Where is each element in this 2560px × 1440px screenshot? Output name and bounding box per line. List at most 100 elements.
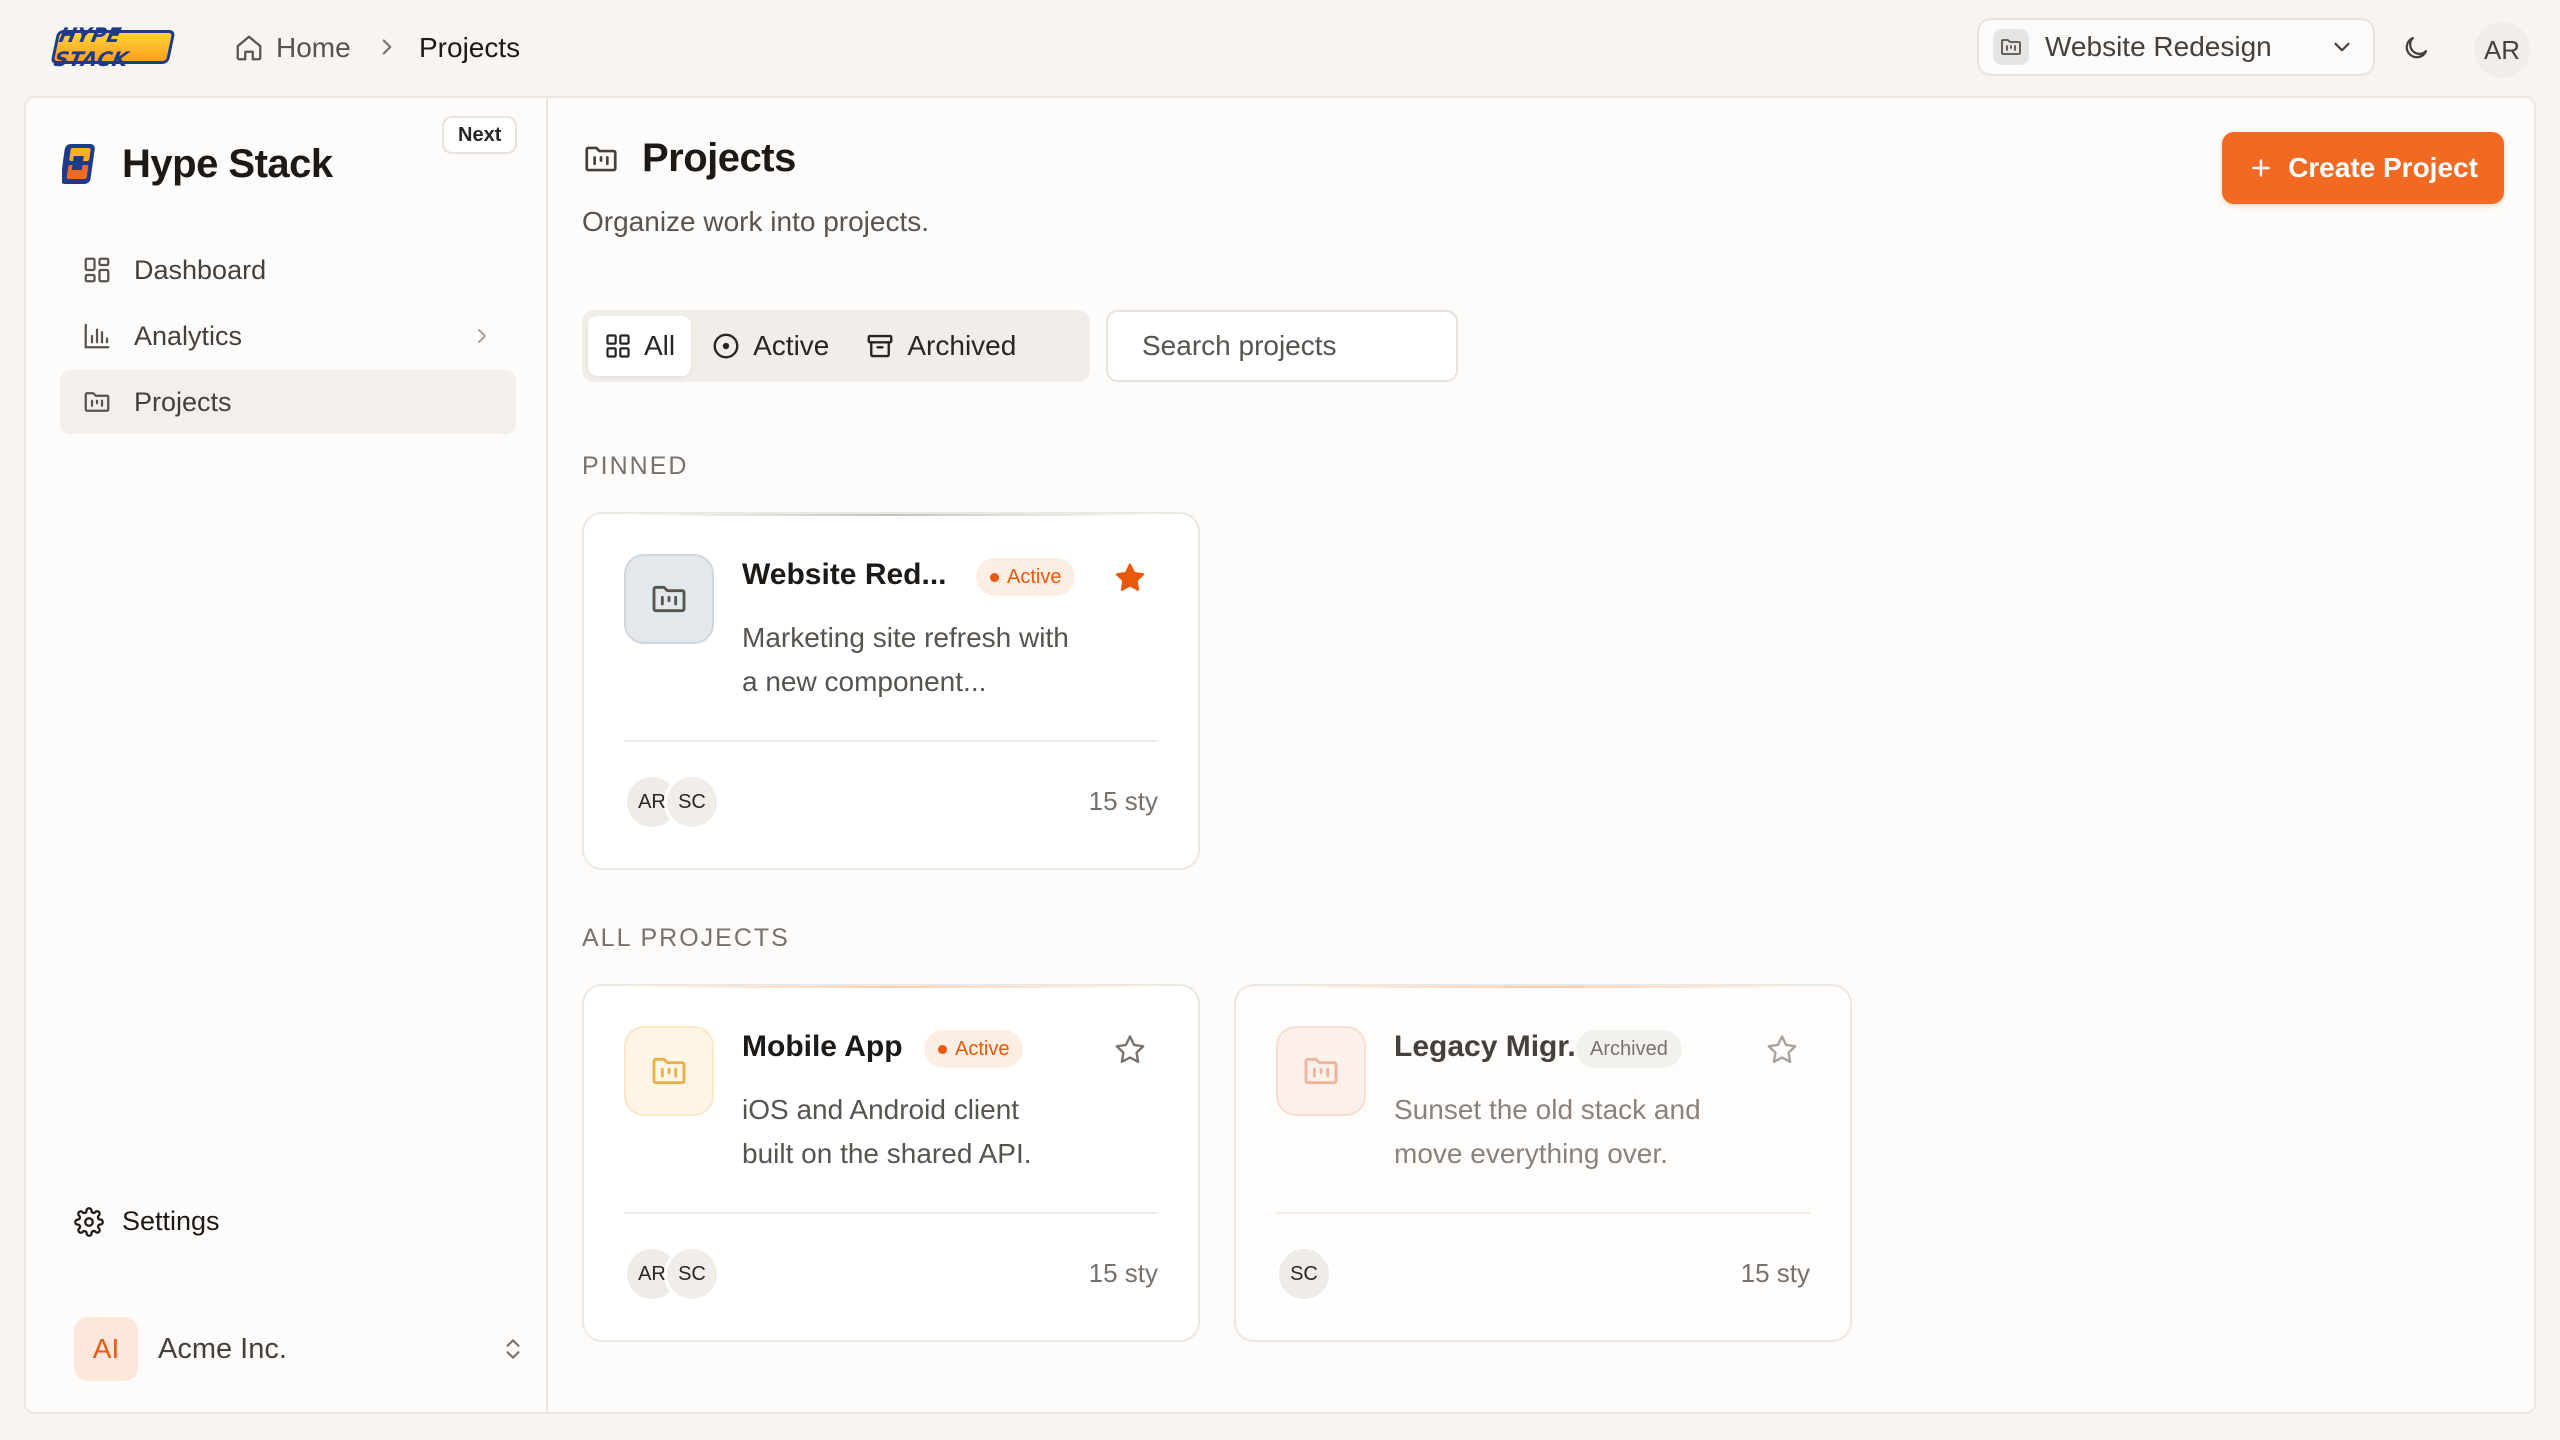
project-description: Sunset the old stack and move everything… xyxy=(1394,1094,1701,1169)
project-description: Marketing site refresh with a new compon… xyxy=(742,622,1069,697)
pinned-section-label: PINNED xyxy=(582,452,689,480)
sidebar-item-projects[interactable]: Projects xyxy=(60,370,516,434)
hype-stack-logo-icon xyxy=(62,144,95,184)
project-title: Mobile App xyxy=(742,1030,903,1063)
sidebar-brand[interactable]: Hype Stack xyxy=(62,140,333,188)
home-icon xyxy=(236,35,262,61)
status-badge: Active xyxy=(976,558,1076,596)
story-count: 15 sty xyxy=(1740,1258,1810,1288)
status-dot xyxy=(938,1044,947,1054)
folder-kanban-icon xyxy=(585,146,617,171)
sidebar-item-dashboard[interactable]: Dashboard xyxy=(60,238,516,302)
folder-kanban-icon xyxy=(1276,1026,1366,1116)
breadcrumb-current: Projects xyxy=(419,28,520,68)
settings-label: Settings xyxy=(122,1206,220,1236)
dashboard-icon xyxy=(84,257,110,283)
sidebar-item-label: Projects xyxy=(134,386,232,417)
create-project-label: Create Project xyxy=(2288,152,2478,183)
avatar: SC xyxy=(664,774,720,830)
project-card-legacy-migration[interactable]: Legacy Migr... Archived Sunset the old s… xyxy=(1234,984,1852,1342)
org-name: Acme Inc. xyxy=(158,1332,287,1365)
star-outline-icon xyxy=(1767,1035,1797,1064)
sidebar: Hype Stack Next Dashboard Analytics Proj… xyxy=(26,98,548,1412)
sidebar-item-analytics[interactable]: Analytics xyxy=(60,304,516,368)
grid-icon xyxy=(606,334,630,358)
sidebar-nav: Dashboard Analytics Projects xyxy=(60,238,516,436)
theme-toggle-button[interactable] xyxy=(2396,28,2436,68)
plus-icon xyxy=(2252,159,2270,177)
story-count: 15 sty xyxy=(1088,786,1158,816)
project-description: iOS and Android client built on the shar… xyxy=(742,1094,1032,1169)
card-accent-line xyxy=(624,986,1158,988)
star-outline-icon xyxy=(1115,1035,1145,1064)
circle-dot-icon xyxy=(713,333,739,359)
page-title: Projects xyxy=(642,136,796,180)
card-accent-line xyxy=(624,514,1158,516)
app-shell: Hype Stack Next Dashboard Analytics Proj… xyxy=(24,96,2536,1414)
status-badge: Archived xyxy=(1576,1030,1682,1068)
status-dot xyxy=(990,572,999,582)
project-switcher-label: Website Redesign xyxy=(2045,31,2272,62)
star-filled-icon xyxy=(1115,563,1145,591)
create-project-button[interactable]: Create Project xyxy=(2222,132,2504,204)
filter-tab-label: All xyxy=(644,330,676,361)
star-button[interactable] xyxy=(1112,560,1148,596)
user-avatar[interactable]: AR xyxy=(2474,22,2530,78)
project-card-mobile-app[interactable]: Mobile App Active iOS and Android client… xyxy=(582,984,1200,1342)
moon-icon xyxy=(2405,36,2428,59)
org-avatar: AI xyxy=(74,1317,138,1381)
member-avatars: AR SC xyxy=(624,1246,720,1302)
filter-tab-label: Archived xyxy=(907,330,1017,361)
card-divider xyxy=(1276,1212,1810,1214)
gear-icon xyxy=(74,1206,104,1237)
search-box[interactable] xyxy=(1106,310,1503,382)
org-switcher[interactable]: AI Acme Inc. xyxy=(74,1316,526,1382)
search-input[interactable] xyxy=(1142,330,1503,362)
breadcrumb-current-label: Projects xyxy=(419,32,521,63)
page-subtitle: Organize work into projects. xyxy=(582,206,930,237)
star-button[interactable] xyxy=(1764,1032,1800,1068)
avatar: SC xyxy=(1276,1246,1332,1302)
filter-tab-active[interactable]: Active xyxy=(695,316,845,376)
next-badge: Next xyxy=(442,116,518,154)
project-title: Website Red... xyxy=(742,558,947,591)
story-count: 15 sty xyxy=(1088,1258,1158,1288)
all-projects-section-label: ALL PROJECTS xyxy=(582,924,790,952)
status-badge-label: Active xyxy=(1007,565,1062,588)
member-avatars: SC xyxy=(1276,1246,1332,1302)
projects-icon xyxy=(84,392,110,412)
top-bar: HYPE STACK Home Projects Website Redesig… xyxy=(0,0,2560,96)
member-avatars: AR SC xyxy=(624,774,720,830)
breadcrumb-home[interactable]: Home xyxy=(234,28,351,68)
filter-tab-label: Active xyxy=(753,330,830,361)
project-card-website-redesign[interactable]: Website Red... Active Marketing site ref… xyxy=(582,512,1200,870)
card-divider xyxy=(624,1212,1158,1214)
project-title: Legacy Migr... xyxy=(1394,1030,1593,1063)
chevron-right-icon xyxy=(478,329,486,343)
brand-title: Hype Stack xyxy=(122,141,333,186)
folder-kanban-icon xyxy=(624,554,714,644)
chevron-right-icon xyxy=(374,34,400,60)
sidebar-item-label: Dashboard xyxy=(134,254,267,285)
status-badge-label: Archived xyxy=(1590,1037,1668,1060)
sidebar-item-label: Analytics xyxy=(134,320,243,351)
archive-icon xyxy=(867,334,893,358)
star-button[interactable] xyxy=(1112,1032,1148,1068)
status-badge: Active xyxy=(924,1030,1024,1068)
folder-kanban-icon xyxy=(1993,29,2029,65)
filter-tab-archived[interactable]: Archived xyxy=(849,316,1032,376)
avatar: SC xyxy=(664,1246,720,1302)
page-header: Projects xyxy=(582,136,796,181)
chevrons-up-down-icon xyxy=(506,1339,520,1359)
folder-kanban-icon xyxy=(624,1026,714,1116)
sidebar-settings[interactable]: Settings xyxy=(74,1206,220,1237)
analytics-icon xyxy=(84,323,110,349)
card-divider xyxy=(624,740,1158,742)
filter-tab-all[interactable]: All xyxy=(588,316,692,376)
status-filter-tabs: All Active Archived xyxy=(582,310,1090,382)
logo-text: HYPE STACK xyxy=(51,23,132,71)
app-logo[interactable]: HYPE STACK xyxy=(50,23,176,71)
status-badge-label: Active xyxy=(955,1037,1010,1060)
project-switcher[interactable]: Website Redesign xyxy=(1977,18,2375,76)
chevron-down-icon xyxy=(2334,42,2350,52)
